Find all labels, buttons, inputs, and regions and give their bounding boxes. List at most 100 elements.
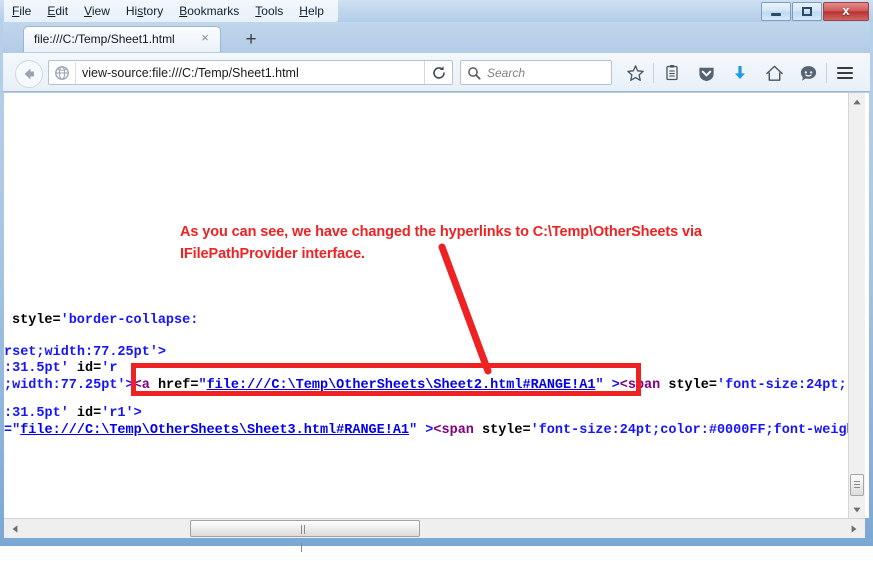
menu-item-history[interactable]: History	[118, 1, 171, 22]
horizontal-scroll-thumb[interactable]	[190, 520, 420, 537]
url-input[interactable]: view-source:file:///C:/Temp/Sheet1.html	[82, 66, 452, 80]
code-token: "	[198, 378, 206, 393]
vertical-scrollbar[interactable]	[848, 93, 865, 518]
menu-bookmarks-rest: ookmarks	[187, 4, 239, 18]
search-icon	[467, 66, 481, 80]
code-token: <span	[620, 378, 669, 393]
maximize-button[interactable]	[792, 2, 822, 21]
title-bar: File Edit View History Bookmarks Tools H…	[0, 0, 873, 22]
reader-list-icon	[663, 64, 681, 82]
url-bar[interactable]: view-source:file:///C:/Temp/Sheet1.html	[48, 60, 453, 85]
annotation-line-2: IFilePathProvider interface.	[180, 243, 800, 265]
chevron-right-icon	[851, 525, 857, 533]
scroll-up-button[interactable]	[849, 93, 865, 110]
chevron-down-icon	[853, 507, 861, 513]
code-token: :31.5pt'	[4, 406, 69, 421]
menu-history-rest: tory	[143, 4, 163, 18]
menu-view-rest: iew	[92, 4, 110, 18]
reload-button[interactable]	[424, 61, 453, 84]
scroll-left-button[interactable]	[6, 520, 23, 537]
code-line: style='border-collapse:	[12, 313, 198, 329]
menu-history-pre: Hi	[126, 4, 137, 18]
tab-sheet1[interactable]: file:///C:/Temp/Sheet1.html ×	[23, 26, 221, 52]
code-token: id=	[69, 361, 101, 376]
minimize-icon	[771, 13, 781, 16]
globe-icon	[53, 64, 71, 82]
annotation-line-1: As you can see, we have changed the hype…	[180, 221, 800, 243]
code-token: ="	[4, 423, 20, 438]
menu-file-rest: ile	[19, 4, 31, 18]
vertical-scroll-thumb[interactable]	[850, 474, 864, 496]
scroll-grip-h	[301, 525, 309, 534]
hamburger-menu-button[interactable]	[828, 59, 862, 87]
menu-help-mnemonic: H	[299, 4, 308, 18]
toolbar-separator	[653, 63, 654, 83]
pocket-shield-button[interactable]	[689, 59, 723, 87]
menu-item-view[interactable]: View	[76, 1, 118, 22]
toolbar-buttons	[618, 59, 862, 87]
downloads-button[interactable]	[723, 59, 757, 87]
menu-tools-rest: ools	[261, 4, 283, 18]
back-button[interactable]	[15, 60, 43, 88]
code-token: 'r1'>	[101, 406, 142, 421]
menu-item-tools[interactable]: Tools	[247, 1, 291, 22]
code-line: ="file:///C:\Temp\OtherSheets\Sheet3.htm…	[4, 423, 855, 439]
code-token: <a	[134, 378, 158, 393]
code-token: 'border-collapse:	[61, 313, 199, 328]
chevron-left-icon	[12, 525, 18, 533]
code-token: <span	[433, 423, 482, 438]
reader-list-button[interactable]	[655, 59, 689, 87]
reload-icon	[431, 65, 447, 81]
search-input[interactable]: Search	[487, 66, 525, 80]
code-token: :31.5pt'	[4, 361, 69, 376]
horizontal-scrollbar[interactable]	[4, 518, 865, 538]
code-line: ;width:77.25pt'><a href="file:///C:\Temp…	[4, 378, 847, 394]
bookmark-star-button[interactable]	[618, 59, 652, 87]
page-content: style='border-collapse:rset;width:77.25p…	[4, 93, 869, 518]
chevron-up-icon	[853, 99, 861, 105]
menu-item-file[interactable]: File	[4, 1, 39, 22]
menu-edit-rest: dit	[55, 4, 68, 18]
chat-bubble-button[interactable]	[791, 59, 825, 87]
resize-grip-icon[interactable]	[859, 532, 871, 544]
code-token: 'font-size:24pt;	[717, 378, 847, 393]
source-hyperlink[interactable]: file:///C:\Temp\OtherSheets\Sheet3.html#…	[20, 423, 409, 438]
maximize-icon	[802, 7, 812, 16]
menu-bar: File Edit View History Bookmarks Tools H…	[4, 0, 338, 22]
code-token: style=	[668, 378, 717, 393]
code-token: rset;width:77.25pt'>	[4, 345, 166, 360]
tab-strip: file:///C:/Temp/Sheet1.html × +	[3, 22, 870, 52]
bookmark-star-icon	[626, 64, 645, 83]
code-token: 'font-size:24pt;color:#0000FF;font-weigh	[531, 423, 855, 438]
downloads-arrow-icon	[731, 64, 749, 82]
new-tab-button[interactable]: +	[241, 30, 261, 50]
code-token: href=	[158, 378, 199, 393]
menu-item-help[interactable]: Help	[291, 1, 332, 22]
close-button[interactable]: x	[823, 2, 869, 21]
code-line: :31.5pt' id='r1'>	[4, 406, 142, 422]
code-token: " >	[409, 423, 433, 438]
code-token: style=	[482, 423, 531, 438]
menu-item-bookmarks[interactable]: Bookmarks	[171, 1, 247, 22]
home-icon	[765, 64, 784, 83]
menu-view-mnemonic: V	[84, 4, 92, 18]
tab-close-icon[interactable]: ×	[198, 31, 212, 45]
code-token: '>	[117, 378, 133, 393]
code-token: 'r	[101, 361, 117, 376]
code-token: ;width:77.25pt	[4, 378, 117, 393]
pocket-shield-icon	[697, 64, 716, 83]
code-token: style=	[12, 313, 61, 328]
scroll-grip	[854, 481, 860, 488]
caption-buttons: x	[760, 2, 869, 20]
back-arrow-icon	[20, 65, 38, 83]
view-source-code[interactable]: style='border-collapse:rset;width:77.25p…	[4, 93, 852, 503]
navigation-toolbar: view-source:file:///C:/Temp/Sheet1.html …	[3, 52, 870, 92]
home-button[interactable]	[757, 59, 791, 87]
menu-item-edit[interactable]: Edit	[39, 1, 76, 22]
scroll-down-button[interactable]	[849, 501, 865, 518]
source-hyperlink[interactable]: file:///C:\Temp\OtherSheets\Sheet2.html#…	[207, 378, 596, 393]
url-separator	[75, 62, 76, 84]
minimize-button[interactable]	[761, 2, 791, 21]
search-bar[interactable]: Search	[460, 60, 612, 85]
toolbar-separator-2	[826, 63, 827, 83]
